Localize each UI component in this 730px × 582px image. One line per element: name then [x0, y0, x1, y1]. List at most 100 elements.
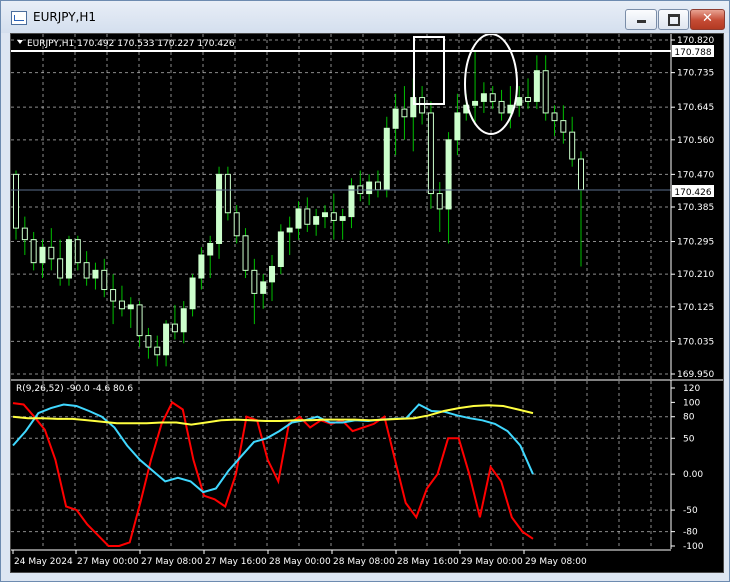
candle-body: [92, 269, 99, 279]
time-tick-label: 28 May 00:00: [269, 557, 331, 567]
candle-body: [569, 131, 576, 160]
ind-tick-label: 120: [683, 384, 700, 394]
candle-body: [180, 308, 187, 333]
price-tick-label: 170.125: [677, 303, 714, 313]
cyan-series-line: [12, 403, 534, 494]
current-price-label: 170.426: [674, 188, 711, 198]
candle-body: [39, 246, 46, 264]
candle-body: [198, 254, 205, 279]
chart-canvas[interactable]: EURJPY,H1 170.492 170.533 170.227 170.42…: [11, 33, 723, 572]
time-tick-label: 27 May 00:00: [77, 557, 139, 567]
candle-body: [286, 227, 293, 233]
chart-window: EURJPY,H1 ✕ EURJPY,H1 170.492 170.533 17…: [0, 0, 730, 582]
candle-body: [525, 97, 532, 102]
candle-body: [498, 100, 505, 114]
ind-tick-label: -80: [683, 528, 698, 538]
chart-header: EURJPY,H1 170.492 170.533 170.227 170.42…: [17, 39, 235, 49]
candle-body: [516, 97, 523, 106]
time-tick-label: 27 May 16:00: [205, 557, 267, 567]
candle-body: [251, 269, 258, 294]
candle-body: [233, 212, 240, 237]
candle-body: [480, 93, 487, 102]
indicator-axis: 120 100 80 50 0.00 -50 -80 -100: [671, 384, 704, 552]
time-tick-label: 28 May 08:00: [333, 557, 395, 567]
candle-body: [48, 246, 55, 260]
candle-body: [321, 212, 328, 218]
candle-body: [189, 277, 196, 310]
candle-body: [533, 70, 540, 102]
symbol-ohlc-label: EURJPY,H1 170.492 170.533 170.227 170.42…: [27, 39, 235, 49]
candle-body: [154, 346, 161, 356]
chart-window-icon: [11, 11, 27, 25]
time-tick-label: 29 May 00:00: [461, 557, 523, 567]
candle-body: [83, 262, 90, 279]
price-tick-label: 170.210: [677, 270, 714, 280]
candle-body: [304, 208, 311, 225]
title-bar[interactable]: EURJPY,H1 ✕: [1, 1, 729, 33]
upper-price-marker: 170.788: [672, 45, 714, 58]
candle-body: [489, 93, 496, 102]
triangle-down-icon[interactable]: [17, 40, 23, 44]
price-tick-label: 170.295: [677, 238, 714, 248]
price-tick-label: 170.385: [677, 203, 714, 213]
close-button[interactable]: ✕: [690, 9, 725, 30]
candle-body: [313, 216, 320, 225]
price-tick-label: 170.645: [677, 103, 714, 113]
candle-body: [445, 139, 452, 210]
price-tick-label: 170.035: [677, 337, 714, 347]
candle-body: [13, 173, 19, 229]
candle-body: [560, 120, 567, 133]
ind-tick-label: 50: [683, 434, 695, 444]
candle-body: [295, 208, 302, 229]
candle-body: [207, 242, 214, 256]
candle-body: [551, 112, 558, 122]
candle-body: [65, 239, 72, 279]
candle-body: [163, 323, 170, 356]
candle-body: [136, 304, 143, 337]
minimize-button[interactable]: [625, 9, 657, 30]
candle-body: [401, 108, 408, 118]
ind-tick-label: -50: [683, 506, 698, 516]
upper-price-label: 170.788: [674, 48, 711, 58]
candle-body: [339, 216, 346, 221]
rectangle-annotation[interactable]: [413, 36, 445, 105]
price-tick-label: 169.950: [677, 370, 714, 380]
candle-body: [374, 181, 381, 191]
candle-body: [366, 181, 373, 195]
ind-tick-label: -100: [683, 542, 704, 552]
maximize-button[interactable]: [658, 9, 689, 30]
candle-body: [454, 112, 461, 141]
time-tick-label: 27 May 08:00: [141, 557, 203, 567]
candle-body: [260, 281, 267, 294]
candle-body: [21, 227, 28, 241]
candle-body: [171, 323, 178, 333]
candle-body: [127, 304, 134, 310]
price-tick-label: 170.735: [677, 69, 714, 79]
candle-body: [578, 158, 584, 191]
candle-body: [145, 335, 152, 348]
candle-body: [392, 108, 399, 129]
candle-body: [224, 173, 231, 214]
time-tick-label: 29 May 08:00: [525, 557, 587, 567]
ind-tick-label: 100: [683, 398, 700, 408]
close-icon: ✕: [702, 11, 713, 26]
price-tick-label: 170.560: [677, 136, 714, 146]
candle-body: [110, 289, 117, 302]
candle-body: [427, 112, 434, 195]
maximize-icon: [659, 11, 688, 26]
current-price-marker: 170.426: [672, 185, 714, 198]
chart-area[interactable]: EURJPY,H1 170.492 170.533 170.227 170.42…: [10, 33, 724, 573]
ind-tick-label: 80: [683, 413, 695, 423]
candle-body: [542, 70, 549, 114]
minimize-icon: [626, 11, 656, 23]
candle-body: [383, 127, 390, 191]
indicator-header: R(9,26,52) -90.0 -4.6 80.6: [16, 384, 133, 394]
time-tick-label: 24 May 2024: [14, 557, 73, 567]
indicator-grid: [11, 381, 671, 549]
candle-body: [419, 97, 426, 114]
candle-body: [74, 239, 81, 264]
time-tick-label: 28 May 16:00: [397, 557, 459, 567]
candle-body: [216, 173, 223, 244]
ind-tick-label: 0.00: [683, 470, 703, 480]
candle-body: [101, 269, 108, 291]
